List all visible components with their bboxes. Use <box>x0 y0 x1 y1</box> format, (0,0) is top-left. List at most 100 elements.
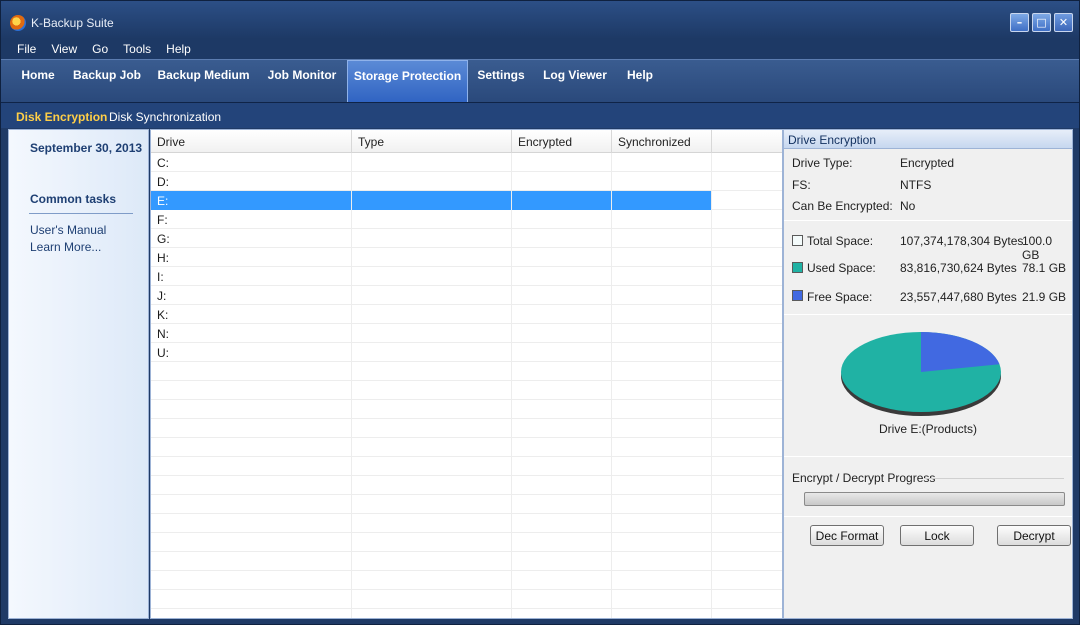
table-row <box>151 438 782 457</box>
menu-view[interactable]: View <box>51 39 77 59</box>
total-space-gb: 100.0 GB <box>1022 234 1053 262</box>
dec-format-button[interactable]: Dec Format <box>810 525 884 546</box>
menu-go[interactable]: Go <box>92 39 108 59</box>
progress-group-rule <box>924 478 1064 479</box>
table-row[interactable]: J: <box>151 286 782 305</box>
table-row[interactable]: D: <box>151 172 782 191</box>
table-cell <box>612 267 712 286</box>
column-header-drive[interactable]: Drive <box>151 130 352 153</box>
drive-cell: J: <box>151 286 352 305</box>
window-title: K-Backup Suite <box>31 16 114 30</box>
total-space-label: Total Space: <box>807 234 874 248</box>
table-cell <box>512 305 612 324</box>
drive-cell: U: <box>151 343 352 362</box>
title-bar[interactable]: K-Backup Suite – □ ✕ <box>1 1 1079 39</box>
table-row <box>151 609 782 618</box>
close-icon[interactable]: ✕ <box>1054 13 1073 32</box>
drive-cell: H: <box>151 248 352 267</box>
free-space-swatch <box>792 290 803 301</box>
drive-cell: I: <box>151 267 352 286</box>
menu-help[interactable]: Help <box>166 39 191 59</box>
table-cell <box>612 343 712 362</box>
column-header-synchronized[interactable]: Synchronized <box>612 130 712 153</box>
tab-home[interactable]: Home <box>11 60 65 103</box>
table-cell <box>352 286 512 305</box>
table-cell <box>612 153 712 172</box>
drive-encryption-panel: Drive Encryption Drive Type: Encrypted F… <box>783 129 1073 619</box>
table-row[interactable]: C: <box>151 153 782 172</box>
app-window: K-Backup Suite – □ ✕ File View Go Tools … <box>0 0 1080 625</box>
learn-more-link[interactable]: Learn More... <box>30 240 101 254</box>
drive-cell: K: <box>151 305 352 324</box>
drive-cell: E: <box>151 191 352 210</box>
panel-divider <box>784 314 1072 315</box>
table-row <box>151 590 782 609</box>
table-cell <box>612 305 712 324</box>
tab-job-monitor[interactable]: Job Monitor <box>261 60 343 103</box>
table-row <box>151 552 782 571</box>
disk-usage-pie-chart <box>836 324 1006 424</box>
table-row[interactable]: F: <box>151 210 782 229</box>
free-space-label: Free Space: <box>807 290 873 304</box>
column-header-type[interactable]: Type <box>352 130 512 153</box>
drive-cell: F: <box>151 210 352 229</box>
subnav-disk-synchronization[interactable]: Disk Synchronization <box>109 110 221 124</box>
table-cell <box>512 229 612 248</box>
table-cell <box>612 172 712 191</box>
menu-file[interactable]: File <box>17 39 36 59</box>
total-space-swatch <box>792 235 803 246</box>
column-header-encrypted[interactable]: Encrypted <box>512 130 612 153</box>
table-cell <box>352 153 512 172</box>
fs-value: NTFS <box>900 178 932 192</box>
table-row <box>151 419 782 438</box>
table-row <box>151 362 782 381</box>
table-row <box>151 476 782 495</box>
subnav-disk-encryption[interactable]: Disk Encryption <box>16 110 107 124</box>
drive-cell: G: <box>151 229 352 248</box>
app-logo-icon <box>10 15 26 31</box>
decrypt-button[interactable]: Decrypt <box>997 525 1071 546</box>
tab-log-viewer[interactable]: Log Viewer <box>538 60 612 103</box>
tab-backup-job[interactable]: Backup Job <box>67 60 147 103</box>
tab-backup-medium[interactable]: Backup Medium <box>151 60 256 103</box>
tab-settings[interactable]: Settings <box>471 60 531 103</box>
table-row[interactable]: N: <box>151 324 782 343</box>
table-cell <box>512 210 612 229</box>
table-cell <box>512 324 612 343</box>
progress-title: Encrypt / Decrypt Progress <box>792 471 936 485</box>
main-nav: Home Backup Job Backup Medium Job Monito… <box>1 59 1079 103</box>
tab-storage-protection[interactable]: Storage Protection <box>347 60 468 103</box>
drive-table: Drive Type Encrypted Synchronized C: D: E:… <box>150 129 783 619</box>
table-row[interactable]: G: <box>151 229 782 248</box>
table-cell <box>512 343 612 362</box>
free-space-bytes: 23,557,447,680 Bytes <box>900 290 1017 304</box>
table-row <box>151 533 782 552</box>
tasks-divider <box>29 213 133 214</box>
panel-divider <box>784 456 1072 457</box>
tab-help[interactable]: Help <box>619 60 661 103</box>
table-cell <box>352 343 512 362</box>
maximize-icon[interactable]: □ <box>1032 13 1051 32</box>
table-row[interactable]: K: <box>151 305 782 324</box>
table-row[interactable]: U: <box>151 343 782 362</box>
users-manual-link[interactable]: User's Manual <box>30 223 106 237</box>
table-cell <box>512 267 612 286</box>
table-row <box>151 457 782 476</box>
table-row[interactable]: E: <box>151 191 782 210</box>
used-space-label: Used Space: <box>807 261 876 275</box>
drive-cell: N: <box>151 324 352 343</box>
used-space-swatch <box>792 262 803 273</box>
drive-cell: D: <box>151 172 352 191</box>
table-row <box>151 400 782 419</box>
pie-caption: Drive E:(Products) <box>878 422 978 436</box>
menu-tools[interactable]: Tools <box>123 39 151 59</box>
table-row[interactable]: H: <box>151 248 782 267</box>
table-row[interactable]: I: <box>151 267 782 286</box>
minimize-icon[interactable]: – <box>1010 13 1029 32</box>
table-cell <box>352 229 512 248</box>
table-row <box>151 571 782 590</box>
table-cell <box>612 229 712 248</box>
can-be-encrypted-value: No <box>900 199 916 213</box>
lock-button[interactable]: Lock <box>900 525 974 546</box>
table-cell <box>512 172 612 191</box>
